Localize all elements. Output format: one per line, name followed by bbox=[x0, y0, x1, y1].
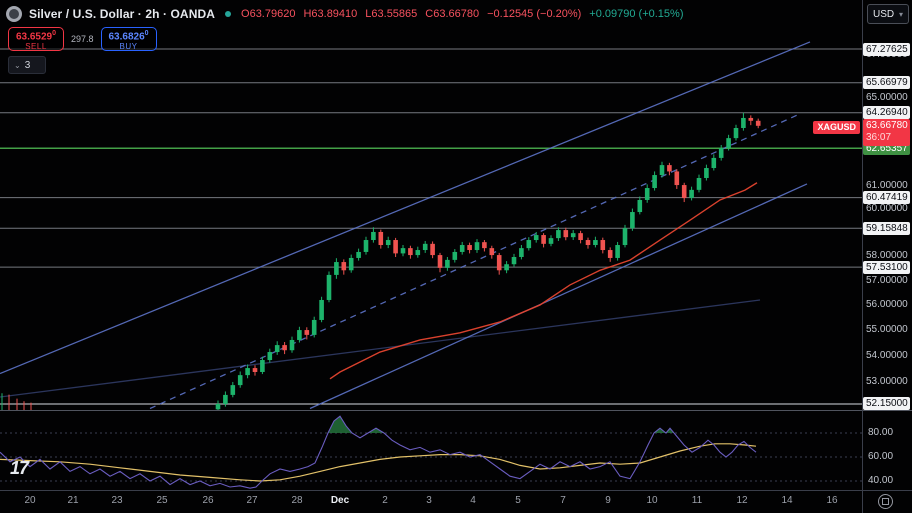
time-axis[interactable]: 20 21 23 25 26 27 28 Dec 2 3 4 5 7 9 10 11 12 14 16 bbox=[0, 490, 862, 513]
price-level-badge: 60.47419 bbox=[863, 191, 910, 205]
current-price: 63.66780 bbox=[866, 120, 908, 131]
time-axis-label: 5 bbox=[515, 495, 521, 506]
rsi-axis-label: 40.00 bbox=[868, 475, 894, 486]
rsi-axis-label: 60.00 bbox=[868, 451, 894, 462]
trend-channel-layer bbox=[0, 41, 811, 410]
price-level-badge: 67.27625 bbox=[863, 42, 910, 56]
change-value: −0.12545 (−0.20%) bbox=[487, 8, 582, 20]
horizontal-levels-layer bbox=[0, 48, 862, 405]
spread-value: 297.8 bbox=[71, 34, 94, 44]
chevron-down-icon: ▾ bbox=[898, 9, 903, 19]
currency-label: USD bbox=[873, 8, 895, 20]
time-axis-label: Dec bbox=[330, 495, 350, 506]
price-axis[interactable]: 63.66780 36:07 80.00 60.00 40.00 67.0000… bbox=[862, 0, 912, 490]
chart-legend: Silver / U.S. Dollar · 2h · OANDA O63.79… bbox=[6, 4, 683, 24]
close-value: C63.66780 bbox=[425, 8, 480, 20]
time-axis-label: 14 bbox=[781, 495, 793, 506]
rsi-axis-label: 80.00 bbox=[868, 427, 894, 438]
ohlc-values: O63.79620 H63.89410 L63.55865 C63.66780 … bbox=[241, 8, 683, 20]
time-axis-label: 25 bbox=[156, 495, 168, 506]
chart-window: Silver / U.S. Dollar · 2h · OANDA O63.79… bbox=[0, 0, 912, 513]
price-level-badge: 64.26940 bbox=[863, 106, 910, 120]
symbol-price-tag: XAGUSD bbox=[813, 121, 860, 134]
price-axis-grid-label: 61.00000 bbox=[866, 180, 908, 191]
indicators-collapse-button[interactable]: ⌄ 3 bbox=[8, 56, 46, 74]
price-axis-grid-label: 56.00000 bbox=[866, 299, 908, 311]
time-axis-label: 28 bbox=[291, 495, 303, 506]
buy-label: BUY bbox=[119, 42, 138, 52]
buy-price-sup: 0 bbox=[144, 30, 149, 37]
trade-panel: 63.65290 SELL 297.8 63.68260 BUY bbox=[8, 27, 157, 51]
time-axis-label: 9 bbox=[605, 495, 611, 506]
sell-price: 63.6529 bbox=[15, 31, 53, 43]
time-axis-label: 11 bbox=[691, 495, 703, 506]
time-axis-label: 20 bbox=[24, 495, 36, 506]
time-axis-label: 21 bbox=[67, 495, 79, 506]
current-price-badge: 63.66780 36:07 bbox=[863, 119, 910, 146]
price-level-badge: 59.15848 bbox=[863, 221, 910, 235]
axis-settings-icon[interactable] bbox=[878, 494, 893, 509]
currency-selector-button[interactable]: USD ▾ bbox=[867, 4, 909, 24]
symbol-title[interactable]: Silver / U.S. Dollar · 2h · OANDA bbox=[29, 7, 215, 21]
buy-button[interactable]: 63.68260 BUY bbox=[100, 27, 157, 52]
open-value: O63.79620 bbox=[241, 8, 296, 20]
chart-canvas[interactable] bbox=[0, 0, 912, 513]
sell-label: SELL bbox=[25, 42, 47, 52]
time-axis-label: 16 bbox=[826, 495, 838, 506]
time-axis-label: 7 bbox=[560, 495, 566, 506]
time-axis-label: 2 bbox=[382, 495, 388, 506]
sell-button[interactable]: 63.65290 SELL bbox=[8, 27, 64, 51]
indicators-count: 3 bbox=[24, 59, 31, 71]
price-axis-grid-label: 65.00000 bbox=[866, 91, 908, 103]
instrument-logo-icon bbox=[6, 6, 22, 22]
price-level-badge: 52.15000 bbox=[863, 397, 910, 411]
bar-countdown: 36:07 bbox=[866, 132, 892, 143]
price-axis-grid-label: 53.00000 bbox=[866, 375, 908, 387]
rsi-indicator-layer bbox=[0, 415, 862, 489]
time-axis-label: 10 bbox=[646, 495, 658, 506]
time-axis-label: 12 bbox=[736, 495, 748, 506]
time-axis-label: 4 bbox=[470, 495, 476, 506]
price-level-badge: 65.66979 bbox=[863, 76, 910, 90]
market-open-dot-icon[interactable] bbox=[225, 11, 232, 17]
sell-price-sup: 0 bbox=[52, 30, 57, 37]
time-axis-label: 26 bbox=[202, 495, 214, 506]
chevron-down-icon: ⌄ bbox=[14, 60, 21, 70]
time-axis-label: 27 bbox=[246, 495, 258, 506]
buy-price: 63.6826 bbox=[108, 31, 145, 43]
time-axis-label: 23 bbox=[111, 495, 123, 506]
high-value: H63.89410 bbox=[303, 8, 358, 20]
low-value: L63.55865 bbox=[365, 8, 418, 20]
time-axis-label: 3 bbox=[426, 495, 432, 506]
price-level-badge: 57.53100 bbox=[863, 260, 910, 274]
ext-change-value: +0.09790 (+0.15%) bbox=[589, 8, 684, 20]
price-axis-grid-label: 54.00000 bbox=[866, 349, 908, 361]
price-axis-grid-label: 57.00000 bbox=[866, 274, 908, 286]
tradingview-watermark[interactable]: 17 bbox=[10, 458, 29, 479]
price-axis-grid-label: 55.00000 bbox=[866, 324, 908, 336]
